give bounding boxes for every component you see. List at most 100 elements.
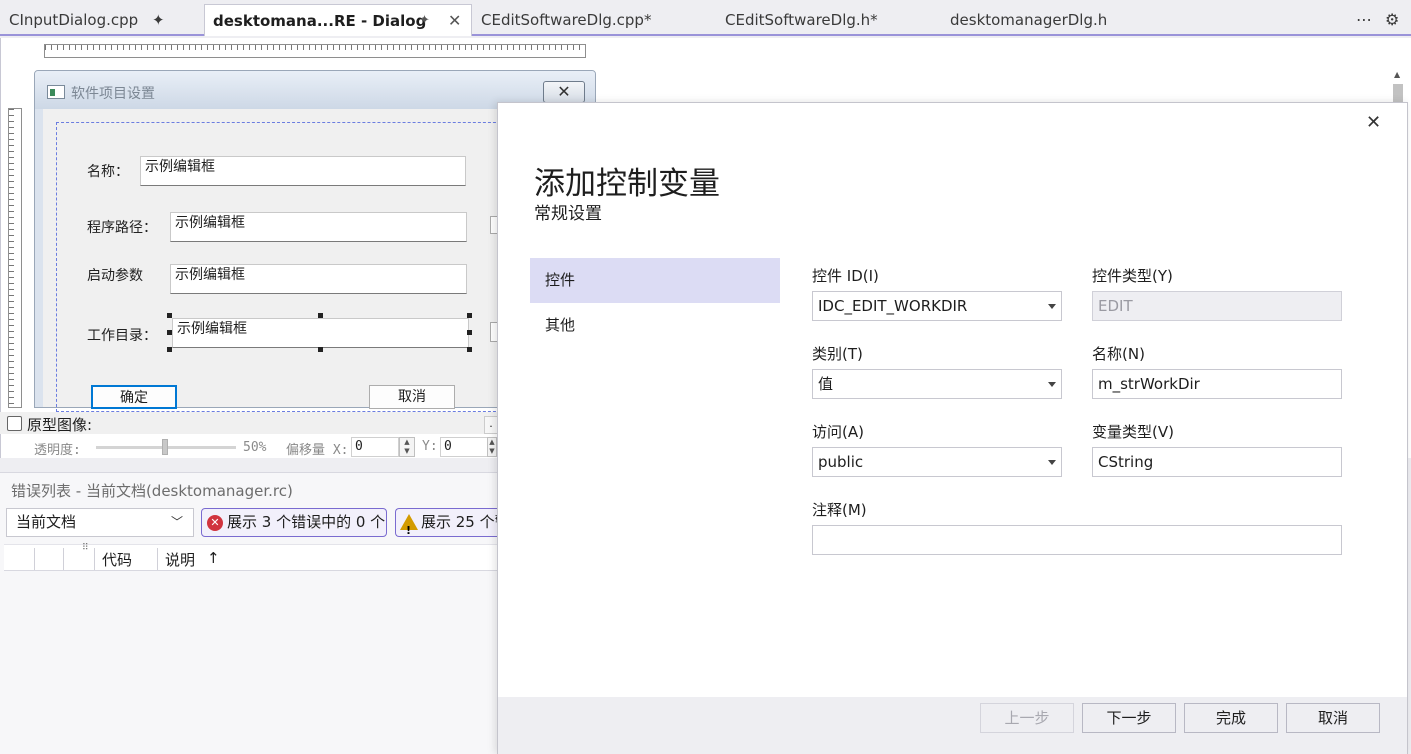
resize-handle[interactable] [467, 330, 472, 335]
resize-handle[interactable] [167, 330, 172, 335]
name-edit[interactable]: 示例编辑框 [140, 156, 466, 186]
error-scope-dropdown[interactable]: 当前文档 ﹀ [6, 508, 194, 537]
dialog-title: 软件项目设置 [71, 86, 155, 102]
control-id-label: 控件 ID(I) [812, 267, 879, 285]
comment-label: 注释(M) [812, 501, 867, 519]
offset-x-value: 0 [355, 439, 363, 454]
button-label: 完成 [1215, 709, 1246, 727]
tab-ceditsoftwaredlg-cpp[interactable]: CEditSoftwareDlg.cpp* [481, 4, 651, 36]
column-separator[interactable] [157, 548, 158, 570]
column-separator[interactable] [63, 548, 64, 570]
control-type-label: 控件类型(Y) [1092, 267, 1173, 285]
offset-x-spinner[interactable]: ▲ ▼ [399, 437, 415, 457]
edit-text: 示例编辑框 [175, 215, 245, 231]
workdir-label: 工作目录： [87, 328, 157, 344]
access-label: 访问(A) [812, 423, 864, 441]
variable-type-value: CString [1098, 453, 1154, 471]
comment-input[interactable] [812, 525, 1342, 555]
nav-item-label: 其他 [545, 316, 576, 334]
resize-handle[interactable] [167, 347, 172, 352]
path-edit[interactable]: 示例编辑框 [170, 212, 467, 242]
scroll-up-icon[interactable]: ▲ [1394, 70, 1400, 79]
resize-handle[interactable] [467, 347, 472, 352]
opacity-value: 50% [243, 440, 267, 455]
next-button[interactable]: 下一步 [1082, 703, 1176, 733]
opacity-slider-thumb[interactable] [162, 439, 168, 455]
wizard-cancel-button[interactable]: 取消 [1286, 703, 1380, 733]
pin-icon[interactable]: ✦ [419, 5, 430, 37]
wizard-subtitle: 常规设置 [534, 204, 602, 224]
dropdown-arrow-icon [1048, 460, 1056, 465]
cancel-button[interactable]: 取消 [369, 385, 455, 409]
edit-text: 示例编辑框 [145, 159, 215, 175]
pin-icon[interactable]: ✦ [152, 4, 165, 36]
wizard-title: 添加控制变量 [534, 166, 720, 202]
workdir-edit[interactable]: 示例编辑框 [172, 318, 469, 348]
category-dropdown[interactable]: 值 [812, 369, 1062, 399]
prototype-image-label: 原型图像: [27, 416, 93, 434]
control-type-field: EDIT [1092, 291, 1342, 321]
category-label: 类别(T) [812, 345, 863, 363]
nav-item-label: 控件 [545, 271, 576, 289]
control-id-dropdown[interactable]: IDC_EDIT_WORKDIR [812, 291, 1062, 321]
more-tabs-icon[interactable]: ⋯ [1356, 4, 1372, 36]
column-separator[interactable] [34, 548, 35, 570]
close-icon[interactable]: ✕ [1366, 112, 1381, 133]
error-scope-value: 当前文档 [16, 513, 77, 531]
ok-button[interactable]: 确定 [91, 385, 177, 409]
close-icon[interactable]: ✕ [543, 81, 585, 103]
tab-dialog-designer[interactable]: desktomana...RE - Dialog ✦ ✕ [204, 4, 472, 36]
vertical-ruler [8, 108, 22, 408]
column-header-description[interactable]: 说明 [165, 549, 195, 570]
errors-filter-label: 展示 3 个错误中的 0 个 [227, 513, 386, 531]
tab-label: desktomana...RE - Dialog [213, 12, 427, 30]
resize-handle[interactable] [467, 313, 472, 318]
args-label: 启动参数 [87, 268, 143, 284]
scrollbar-thumb[interactable] [1393, 84, 1403, 102]
prototype-browse-button[interactable]: . [484, 416, 498, 434]
args-edit[interactable]: 示例编辑框 [170, 264, 467, 294]
name-label: 名称： [87, 164, 129, 180]
offset-x-label: 偏移量 X: [286, 443, 349, 458]
resize-handle[interactable] [167, 313, 172, 318]
column-separator[interactable] [94, 548, 95, 570]
resize-handle[interactable] [318, 347, 323, 352]
offset-y-label: Y: [422, 439, 438, 454]
column-header-code[interactable]: 代码 [102, 549, 132, 570]
tab-desktomanagerdlg-h[interactable]: desktomanagerDlg.h [950, 4, 1107, 36]
control-type-value: EDIT [1098, 297, 1133, 315]
nav-item-other[interactable]: 其他 [530, 303, 780, 348]
variable-name-value: m_strWorkDir [1098, 375, 1200, 393]
nav-item-control[interactable]: 控件 [530, 258, 780, 303]
error-list-column-header [4, 544, 498, 571]
column-chooser-icon[interactable]: ⠿ [82, 543, 89, 553]
variable-type-input[interactable]: CString [1092, 447, 1342, 477]
dropdown-arrow-icon [1048, 382, 1056, 387]
resize-handle[interactable] [318, 313, 323, 318]
offset-y-input[interactable]: 0 [440, 437, 488, 457]
button-label: 上一步 [1004, 709, 1050, 727]
tab-cinputdialog-cpp[interactable]: CInputDialog.cpp [9, 4, 138, 36]
warnings-filter-button[interactable]: ! 展示 25 个警 [395, 508, 498, 537]
settings-gear-icon[interactable]: ⚙ [1385, 4, 1399, 36]
button-label: 确定 [120, 390, 148, 406]
close-icon[interactable]: ✕ [448, 5, 461, 37]
offset-y-value: 0 [444, 439, 452, 454]
access-dropdown[interactable]: public [812, 447, 1062, 477]
offset-x-input[interactable]: 0 [351, 437, 399, 457]
dialog-app-icon [47, 85, 65, 99]
error-icon: ✕ [207, 515, 223, 531]
prototype-image-checkbox[interactable] [7, 416, 22, 431]
variable-name-label: 名称(N) [1092, 345, 1145, 363]
chevron-down-icon: ﹀ [170, 515, 183, 529]
variable-type-label: 变量类型(V) [1092, 423, 1174, 441]
tab-ceditsoftwaredlg-h[interactable]: CEditSoftwareDlg.h* [725, 4, 878, 36]
offset-y-spinner[interactable]: ▲ ▼ [487, 437, 497, 457]
warnings-filter-label: 展示 25 个警 [421, 513, 498, 531]
edit-text: 示例编辑框 [177, 321, 247, 337]
finish-button[interactable]: 完成 [1184, 703, 1278, 733]
errors-filter-button[interactable]: ✕ 展示 3 个错误中的 0 个 [201, 508, 387, 537]
previous-button[interactable]: 上一步 [980, 703, 1074, 733]
variable-name-input[interactable]: m_strWorkDir [1092, 369, 1342, 399]
warning-icon: ! [400, 514, 418, 536]
